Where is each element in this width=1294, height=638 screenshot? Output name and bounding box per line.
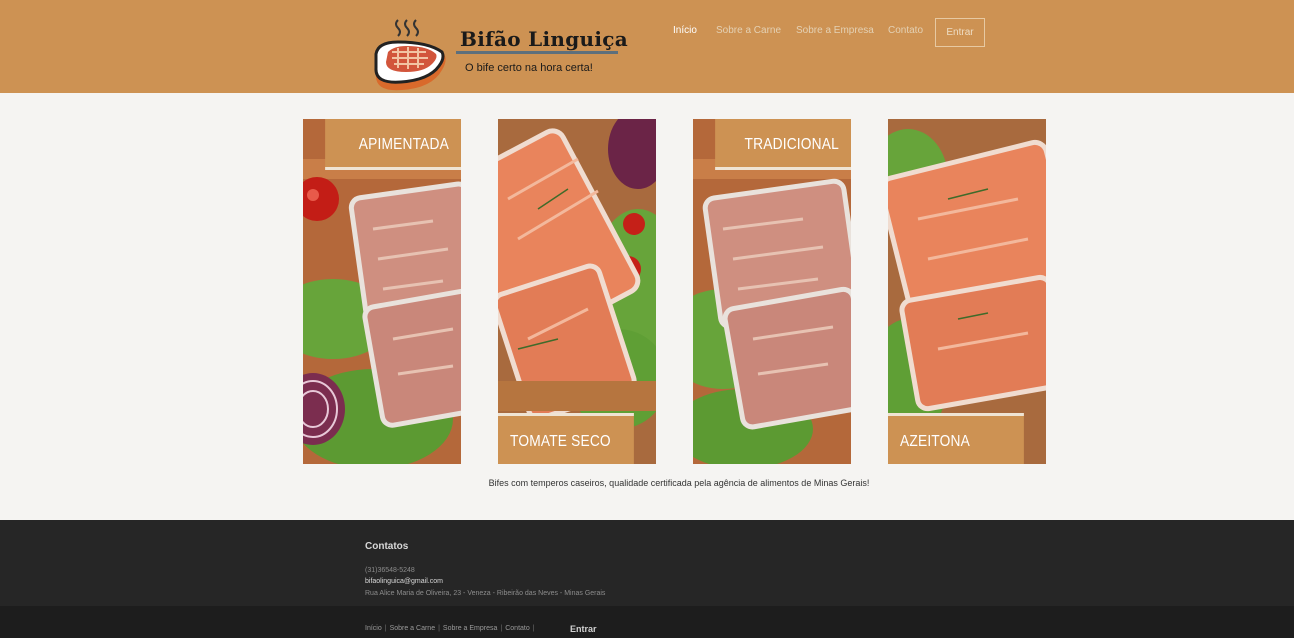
product-label: APIMENTADA [325, 119, 461, 170]
login-button[interactable]: Entrar [935, 18, 985, 47]
nav-sobre-a-carne[interactable]: Sobre a Carne [716, 25, 781, 36]
site-logo[interactable]: Bifão Linguiça O bife certo na hora cert… [370, 16, 629, 94]
footer-nav-separator: | [438, 625, 440, 632]
product-card-tradicional[interactable]: TRADICIONAL [693, 119, 851, 464]
product-photo [693, 119, 851, 464]
nav-contato[interactable]: Contato [888, 25, 923, 36]
footer-nav-contato[interactable]: Contato [505, 625, 530, 632]
footer-bottom-bar: Início | Sobre a Carne | Sobre a Empresa | Con… [0, 606, 1294, 638]
site-header: Bifão Linguiça O bife certo na hora cert… [0, 0, 1294, 93]
product-card-apimentada[interactable]: APIMENTADA [303, 119, 461, 464]
site-footer: Contatos (31)36548-5248 bifaolinguica@gm… [0, 520, 1294, 606]
product-card-tomate-seco[interactable]: TOMATE SECO [498, 119, 656, 464]
product-card-azeitona[interactable]: AZEITONA [888, 119, 1046, 464]
footer-title: Contatos [365, 541, 409, 552]
footer-nav: Início | Sobre a Carne | Sobre a Empresa | Con… [365, 625, 538, 632]
footer-nav-sobre-a-empresa[interactable]: Sobre a Empresa [443, 625, 497, 632]
footer-login-link[interactable]: Entrar [570, 624, 597, 634]
product-photo [303, 119, 461, 464]
steak-icon [374, 19, 446, 91]
nav-sobre-a-empresa[interactable]: Sobre a Empresa [796, 25, 874, 36]
logo-title: Bifão Linguiça [460, 27, 629, 51]
footer-nav-separator: | [500, 625, 503, 632]
tagline: Bifes com temperos caseiros, qualidade c… [488, 478, 870, 488]
product-label: TOMATE SECO [498, 413, 634, 464]
logo-subtitle: O bife certo na hora certa! [465, 62, 593, 74]
footer-email[interactable]: bifaolinguica@gmail.com [365, 578, 443, 585]
footer-nav-inicio[interactable]: Início [365, 625, 382, 632]
product-label: TRADICIONAL [715, 119, 851, 170]
nav-inicio[interactable]: Início [673, 25, 697, 36]
footer-phone: (31)36548-5248 [365, 567, 415, 574]
footer-address: Rua Alice Maria de Oliveira, 23 - Veneza… [365, 590, 606, 597]
footer-nav-separator: | [384, 625, 387, 632]
footer-nav-sobre-a-carne[interactable]: Sobre a Carne [390, 625, 436, 632]
product-label: AZEITONA [888, 413, 1024, 464]
footer-nav-separator: | [532, 625, 535, 632]
logo-divider [456, 51, 618, 54]
